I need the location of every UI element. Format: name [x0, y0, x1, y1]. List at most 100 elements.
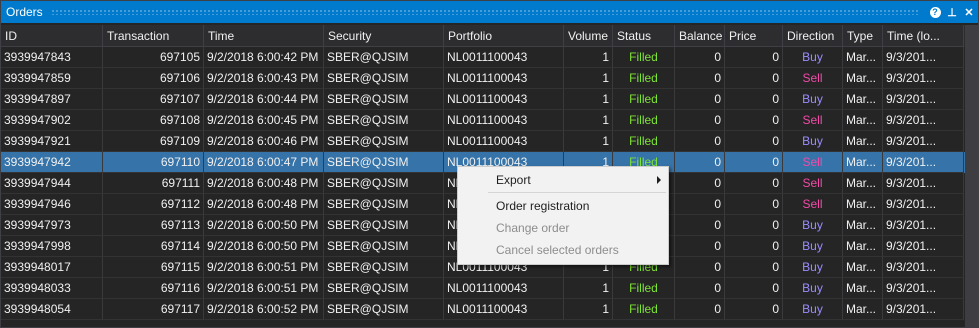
cell-type: Mar...: [843, 215, 883, 236]
menu-item-cancel-selected-orders: Cancel selected orders: [458, 239, 668, 261]
cell-direction: Buy: [783, 236, 843, 257]
cell-id: 3939947973: [1, 215, 103, 236]
cell-balance: 0: [675, 110, 725, 131]
cell-balance: 0: [675, 89, 725, 110]
column-header-volume[interactable]: Volume: [564, 25, 613, 47]
cell-time-local: 9/3/201...: [883, 68, 964, 89]
menu-item-label: Cancel selected orders: [496, 243, 619, 257]
cell-type: Mar...: [843, 47, 883, 68]
column-header-balance[interactable]: Balance: [675, 25, 725, 47]
cell-transaction: 697112: [103, 194, 204, 215]
grid-header: ID Transaction Time Security Portfolio Volume…: [1, 25, 965, 47]
cell-portfolio: NL0011100043: [444, 89, 564, 110]
cell-balance: 0: [675, 278, 725, 299]
cell-transaction: 697115: [103, 257, 204, 278]
cell-id: 3939948017: [1, 257, 103, 278]
menu-separator: [488, 192, 666, 193]
cell-type: Mar...: [843, 152, 883, 173]
titlebar-grip: [50, 9, 919, 15]
cell-price: 0: [725, 299, 783, 320]
cell-volume: 1: [564, 89, 613, 110]
cell-type: Mar...: [843, 173, 883, 194]
cell-direction: Buy: [783, 215, 843, 236]
cell-time-local: 9/3/201...: [883, 110, 964, 131]
column-header-portfolio[interactable]: Portfolio: [444, 25, 564, 47]
vertical-scrollbar[interactable]: [965, 25, 978, 327]
cell-security: SBER@QJSIM: [324, 215, 444, 236]
cell-portfolio: NL0011100043: [444, 131, 564, 152]
cell-type: Mar...: [843, 194, 883, 215]
table-row[interactable]: 3939948054 697117 9/2/2018 6:00:52 PM SBER@…: [1, 299, 965, 320]
menu-item-change-order: Change order: [458, 217, 668, 239]
column-header-security[interactable]: Security: [324, 25, 444, 47]
cell-time-local: 9/3/201...: [883, 194, 964, 215]
cell-security: SBER@QJSIM: [324, 68, 444, 89]
cell-direction: Buy: [783, 257, 843, 278]
cell-direction: Sell: [783, 152, 843, 173]
cell-time: 9/2/2018 6:00:48 PM: [204, 173, 324, 194]
cell-transaction: 697108: [103, 110, 204, 131]
cell-security: SBER@QJSIM: [324, 278, 444, 299]
cell-status: Filled: [613, 68, 675, 89]
column-header-status[interactable]: Status: [613, 25, 675, 47]
cell-time: 9/2/2018 6:00:48 PM: [204, 194, 324, 215]
pin-button[interactable]: ⊥: [944, 3, 960, 21]
cell-price: 0: [725, 194, 783, 215]
cell-direction: Buy: [783, 278, 843, 299]
context-menu: Export Order registration Change order C…: [457, 166, 669, 265]
column-header-type[interactable]: Type: [843, 25, 883, 47]
cell-price: 0: [725, 278, 783, 299]
help-button[interactable]: ?: [927, 3, 943, 21]
cell-portfolio: NL0011100043: [444, 110, 564, 131]
panel-titlebar[interactable]: Orders ? ⊥ ✕: [1, 1, 978, 23]
cell-transaction: 697116: [103, 278, 204, 299]
cell-time: 9/2/2018 6:00:46 PM: [204, 131, 324, 152]
column-header-transaction[interactable]: Transaction: [103, 25, 204, 47]
table-row[interactable]: 3939948033 697116 9/2/2018 6:00:51 PM SBER@…: [1, 278, 965, 299]
cell-balance: 0: [675, 236, 725, 257]
cell-direction: Sell: [783, 173, 843, 194]
column-header-id[interactable]: ID: [1, 25, 103, 47]
cell-portfolio: NL0011100043: [444, 299, 564, 320]
cell-status: Filled: [613, 299, 675, 320]
cell-id: 3939947902: [1, 110, 103, 131]
column-header-price[interactable]: Price: [725, 25, 783, 47]
cell-type: Mar...: [843, 299, 883, 320]
cell-portfolio: NL0011100043: [444, 47, 564, 68]
cell-direction: Buy: [783, 299, 843, 320]
menu-item-export[interactable]: Export: [458, 169, 668, 191]
cell-id: 3939947921: [1, 131, 103, 152]
column-header-time[interactable]: Time: [204, 25, 324, 47]
table-row[interactable]: 3939947902 697108 9/2/2018 6:00:45 PM SBER@…: [1, 110, 965, 131]
close-button[interactable]: ✕: [961, 3, 977, 21]
submenu-arrow-icon: [657, 176, 661, 184]
orders-panel: Orders ? ⊥ ✕ ID Transaction Time Security Po…: [0, 0, 979, 328]
panel-title: Orders: [6, 5, 43, 19]
table-row[interactable]: 3939947921 697109 9/2/2018 6:00:46 PM SBER@…: [1, 131, 965, 152]
cell-id: 3939947944: [1, 173, 103, 194]
menu-item-order-registration[interactable]: Order registration: [458, 195, 668, 217]
cell-portfolio: NL0011100043: [444, 278, 564, 299]
cell-id: 3939947946: [1, 194, 103, 215]
cell-time-local: 9/3/201...: [883, 215, 964, 236]
cell-security: SBER@QJSIM: [324, 236, 444, 257]
cell-transaction: 697114: [103, 236, 204, 257]
table-row[interactable]: 3939947897 697107 9/2/2018 6:00:44 PM SBER@…: [1, 89, 965, 110]
cell-portfolio: NL0011100043: [444, 68, 564, 89]
cell-security: SBER@QJSIM: [324, 89, 444, 110]
cell-direction: Buy: [783, 131, 843, 152]
cell-price: 0: [725, 68, 783, 89]
cell-time: 9/2/2018 6:00:47 PM: [204, 152, 324, 173]
cell-transaction: 697111: [103, 173, 204, 194]
table-row[interactable]: 3939947859 697106 9/2/2018 6:00:43 PM SBER@…: [1, 68, 965, 89]
column-header-time-local[interactable]: Time (lo...: [883, 25, 964, 47]
cell-balance: 0: [675, 257, 725, 278]
cell-transaction: 697107: [103, 89, 204, 110]
cell-security: SBER@QJSIM: [324, 110, 444, 131]
cell-price: 0: [725, 89, 783, 110]
table-row[interactable]: 3939947843 697105 9/2/2018 6:00:42 PM SBER@…: [1, 47, 965, 68]
cell-balance: 0: [675, 68, 725, 89]
cell-time: 9/2/2018 6:00:51 PM: [204, 257, 324, 278]
column-header-direction[interactable]: Direction: [783, 25, 843, 47]
cell-direction: Sell: [783, 110, 843, 131]
